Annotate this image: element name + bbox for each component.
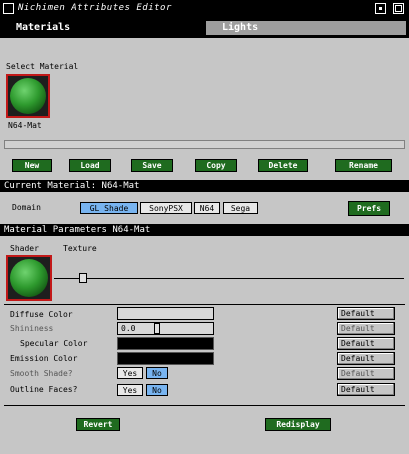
tab-materials[interactable]: Materials <box>2 21 204 35</box>
shininess-value: 0.0 <box>121 324 136 333</box>
texture-slider-track <box>54 278 404 279</box>
save-button[interactable]: Save <box>131 159 173 172</box>
specular-color-swatch[interactable] <box>117 337 214 350</box>
redisplay-button[interactable]: Redisplay <box>265 418 331 431</box>
shininess-default-button[interactable]: Default <box>337 322 395 335</box>
diffuse-color-swatch[interactable] <box>117 307 214 320</box>
delete-button[interactable]: Delete <box>258 159 308 172</box>
specular-default-button[interactable]: Default <box>337 337 395 350</box>
tab-bar: Materials Lights <box>0 18 409 38</box>
domain-n64-button[interactable]: N64 <box>194 202 220 214</box>
shader-preview[interactable] <box>6 255 52 301</box>
rename-button[interactable]: Rename <box>335 159 392 172</box>
tab-lights-label: Lights <box>222 22 259 33</box>
select-material-label: Select Material <box>6 62 79 71</box>
prefs-button[interactable]: Prefs <box>348 201 390 216</box>
smooth-shade-no-button[interactable]: No <box>146 367 168 379</box>
window-menu-icon[interactable] <box>3 3 14 14</box>
domain-sega-button[interactable]: Sega <box>223 202 258 214</box>
texture-label: Texture <box>63 244 97 253</box>
shader-label: Shader <box>10 244 39 253</box>
diffuse-default-button[interactable]: Default <box>337 307 395 320</box>
outline-faces-no-button[interactable]: No <box>146 384 168 396</box>
specular-color-label: Specular Color <box>20 339 88 348</box>
diffuse-color-label: Diffuse Color <box>10 310 73 319</box>
material-thumbnail-n64-mat[interactable] <box>6 74 50 118</box>
shininess-label: Shininess <box>10 324 54 333</box>
outline-faces-label: Outline Faces? <box>10 385 78 394</box>
minimize-icon[interactable] <box>375 3 386 14</box>
material-parameters-header: Material Parameters N64-Mat <box>0 224 409 236</box>
footer-divider <box>4 405 405 406</box>
emission-color-swatch[interactable] <box>117 352 214 365</box>
revert-button[interactable]: Revert <box>76 418 120 431</box>
copy-button[interactable]: Copy <box>195 159 237 172</box>
domain-sonypsx-button[interactable]: SonyPSX <box>140 202 192 214</box>
domain-gl-shade-button[interactable]: GL Shade <box>80 202 138 214</box>
outline-faces-default-button[interactable]: Default <box>337 383 395 396</box>
shininess-slider-handle[interactable] <box>154 323 160 334</box>
new-button[interactable]: New <box>12 159 52 172</box>
shininess-field[interactable]: 0.0 <box>117 322 214 335</box>
material-name-label: N64-Mat <box>8 121 42 130</box>
material-sphere-icon <box>10 78 46 114</box>
tab-lights[interactable]: Lights <box>206 21 406 35</box>
emission-default-button[interactable]: Default <box>337 352 395 365</box>
divider <box>4 304 405 305</box>
shader-sphere-icon <box>10 259 48 297</box>
maximize-icon[interactable] <box>393 3 404 14</box>
texture-slider-handle[interactable] <box>79 273 87 283</box>
load-button[interactable]: Load <box>69 159 111 172</box>
domain-label: Domain <box>12 203 41 212</box>
smooth-shade-default-button[interactable]: Default <box>337 367 395 380</box>
title-bar: Nichimen Attributes Editor <box>0 0 409 18</box>
smooth-shade-label: Smooth Shade? <box>10 369 73 378</box>
emission-color-label: Emission Color <box>10 354 78 363</box>
smooth-shade-yes-button[interactable]: Yes <box>117 367 143 379</box>
window-title: Nichimen Attributes Editor <box>18 3 172 13</box>
current-material-header: Current Material: N64-Mat <box>0 180 409 192</box>
material-list-scrollbar[interactable] <box>4 140 405 149</box>
outline-faces-yes-button[interactable]: Yes <box>117 384 143 396</box>
